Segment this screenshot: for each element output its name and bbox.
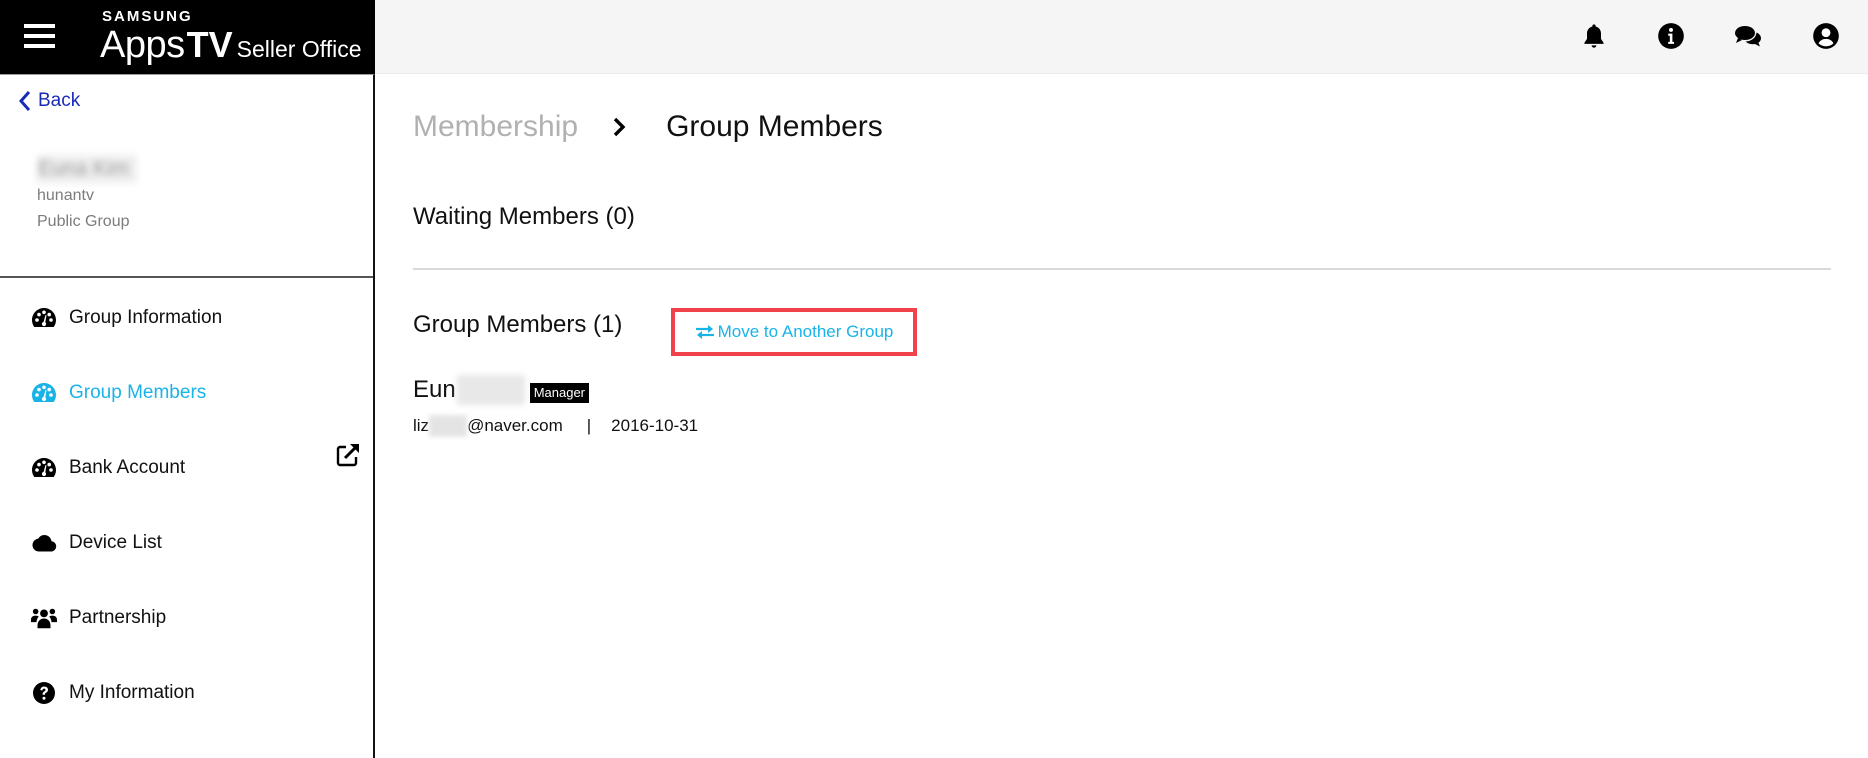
page-title: Group Members <box>666 110 883 143</box>
breadcrumb: Membership Group Members <box>413 110 883 144</box>
sidebar-item-bank-account[interactable]: Bank Account <box>0 444 373 488</box>
sidebar-item-label: My Information <box>69 682 195 703</box>
move-button-label: Move to Another Group <box>717 322 894 341</box>
sidebar-divider <box>0 276 373 278</box>
member-email-suffix: @naver.com <box>467 416 563 435</box>
user-circle-icon[interactable] <box>1810 20 1842 52</box>
back-label: Back <box>38 90 81 111</box>
sidebar-item-group-information[interactable]: Group Information <box>0 298 373 338</box>
exchange-icon <box>695 325 714 339</box>
info-separator: | <box>586 416 592 435</box>
sidebar-item-partnership[interactable]: Partnership <box>0 598 373 638</box>
move-to-another-group-button[interactable]: Move to Another Group <box>671 308 917 356</box>
dashboard-icon <box>30 455 58 481</box>
profile-name: Euna Kim <box>37 155 137 183</box>
group-members-title: Group Members (1) <box>413 311 623 338</box>
logo[interactable]: SAMSUNG Apps TV Seller Office <box>100 8 362 66</box>
sidebar-item-label: Device List <box>69 532 162 553</box>
dashboard-icon <box>30 380 58 406</box>
top-bar <box>375 0 1868 74</box>
section-divider <box>413 268 1831 270</box>
logo-tv: TV <box>186 24 233 65</box>
waiting-members-title: Waiting Members (0) <box>413 203 635 230</box>
bell-icon[interactable] <box>1578 20 1610 52</box>
chevron-right-icon <box>613 117 626 137</box>
logo-apps: Apps <box>100 24 185 66</box>
logo-samsung: SAMSUNG <box>102 8 193 25</box>
sidebar: Back Euna Kim hunantv Public Group Group… <box>0 74 375 758</box>
chat-icon[interactable] <box>1732 20 1764 52</box>
back-link[interactable]: Back <box>18 90 80 112</box>
member-email-redacted <box>429 415 468 437</box>
brand-header: SAMSUNG Apps TV Seller Office <box>0 0 375 74</box>
menu-icon[interactable] <box>24 24 56 50</box>
member-join-date: 2016-10-31 <box>611 416 699 435</box>
breadcrumb-membership[interactable]: Membership <box>413 110 578 144</box>
member-email-prefix: liz <box>413 416 430 435</box>
external-link-icon[interactable] <box>335 442 361 468</box>
users-icon <box>30 605 58 631</box>
sidebar-item-group-members[interactable]: Group Members <box>0 373 373 413</box>
info-icon[interactable] <box>1655 20 1687 52</box>
chevron-left-icon <box>18 91 31 111</box>
sidebar-item-device-list[interactable]: Device List <box>0 523 373 563</box>
member-name-redacted <box>456 375 525 405</box>
sidebar-item-my-information[interactable]: My Information <box>0 673 373 713</box>
profile-group-type: Public Group <box>37 213 130 230</box>
sidebar-item-label: Group Information <box>69 307 223 328</box>
profile-group-id: hunantv <box>37 187 94 204</box>
dashboard-icon <box>30 305 58 331</box>
sidebar-item-label: Partnership <box>69 607 167 628</box>
profile-block: Euna Kim hunantv Public Group <box>37 155 137 235</box>
role-badge: Manager <box>529 383 590 403</box>
question-circle-icon <box>30 680 58 706</box>
cloud-icon <box>30 530 58 556</box>
app: SAMSUNG Apps TV Seller Office Back Euna … <box>0 0 1868 758</box>
logo-seller-office: Seller Office <box>236 36 362 62</box>
main-content: Membership Group Members Waiting Members… <box>377 75 1868 758</box>
sidebar-item-label: Bank Account <box>69 457 186 478</box>
member-item: Eun Manager liz @naver.com | 2016-10-31 <box>413 375 698 437</box>
sidebar-item-label: Group Members <box>69 382 207 403</box>
member-name: Eun <box>413 376 456 403</box>
